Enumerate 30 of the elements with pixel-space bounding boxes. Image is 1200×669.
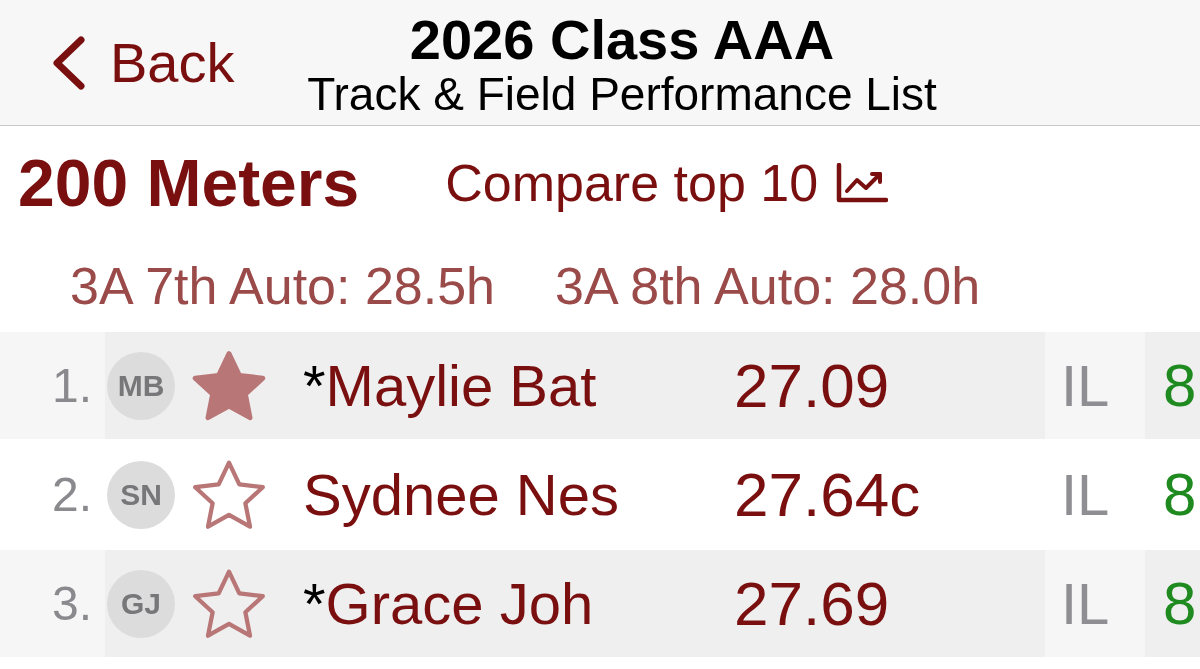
avatar: MB bbox=[107, 351, 175, 420]
compare-link[interactable]: Compare top 10 bbox=[445, 153, 889, 213]
state-code: IL bbox=[1045, 550, 1145, 657]
result-time: 27.64c bbox=[734, 458, 921, 531]
state-code: IL bbox=[1045, 332, 1145, 439]
result-row[interactable]: 3. GJ *Grace Joh 27.69 IL 8 bbox=[0, 550, 1200, 657]
page-title: 2026 Class AAA bbox=[409, 11, 835, 69]
back-button[interactable]: Back bbox=[52, 30, 235, 95]
qualifying-standard: 3A 7th Auto: 28.5h bbox=[70, 256, 496, 316]
star-icon[interactable] bbox=[192, 459, 266, 530]
star-icon[interactable] bbox=[192, 568, 266, 639]
event-title: 200 Meters bbox=[18, 146, 360, 220]
trailing-number: 8 bbox=[1162, 460, 1198, 530]
avatar: GJ bbox=[107, 569, 175, 638]
athlete-name: *Grace Joh bbox=[303, 569, 595, 638]
chevron-left-icon bbox=[52, 35, 86, 90]
avatar: SN bbox=[107, 460, 175, 529]
trailing-number: 8 bbox=[1162, 351, 1198, 421]
rank-number: 1. bbox=[0, 332, 105, 439]
chart-icon bbox=[836, 163, 889, 203]
qualifying-standard: 3A 8th Auto: 28.0h bbox=[555, 256, 981, 316]
rank-number: 3. bbox=[0, 550, 105, 657]
trailing-number: 8 bbox=[1162, 569, 1198, 639]
page-subtitle: Track & Field Performance List bbox=[307, 70, 937, 118]
athlete-name: *Maylie Bat bbox=[303, 351, 598, 420]
athlete-name: Sydnee Nes bbox=[303, 460, 620, 529]
result-time: 27.69 bbox=[734, 567, 890, 640]
result-time: 27.09 bbox=[734, 349, 890, 422]
result-row[interactable]: 1. MB *Maylie Bat 27.09 IL 8 bbox=[0, 332, 1200, 439]
star-icon[interactable] bbox=[192, 350, 266, 421]
